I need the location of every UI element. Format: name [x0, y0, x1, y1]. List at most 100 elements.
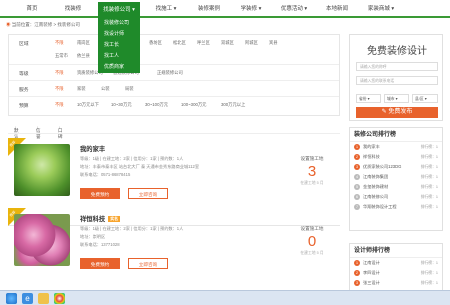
- filter-option[interactable]: 不限: [55, 86, 64, 92]
- nav-local-news[interactable]: 本地新闻: [320, 3, 354, 16]
- dropdown-item-foreman[interactable]: 找工长: [98, 40, 140, 51]
- rank-number: 2: [354, 154, 360, 160]
- filter-option[interactable]: 家装: [77, 86, 86, 92]
- filter-option[interactable]: 宾县: [269, 40, 278, 46]
- nav-find-company[interactable]: 找装修公司 ▾: [98, 2, 140, 18]
- city-select[interactable]: 城市 ▾: [384, 94, 409, 103]
- top-navigation: 首页 找装修 找装修公司 ▾ 找施工 ▾ 装修案例 学装修 ▾ 优惠活动 ▾ 本…: [0, 0, 450, 18]
- filter-option[interactable]: 30~100万元: [145, 102, 168, 108]
- rank-item[interactable]: 6 江南装修公司 排行榜：1: [350, 192, 442, 202]
- filter-option[interactable]: 双城区: [221, 40, 234, 46]
- rank-number: 4: [354, 174, 360, 180]
- taskbar: e: [0, 290, 450, 305]
- filter-option[interactable]: 不限: [55, 70, 64, 76]
- district-select[interactable]: 县/区 ▾: [412, 94, 438, 103]
- company-info: 等级：1级 | 在建工地：2家 | 信用分：1家 | 预约数：1人: [80, 226, 184, 231]
- filter-option[interactable]: 呼兰区: [197, 40, 210, 46]
- filter-row-region: 区域 不限 南岗区 道里区 道外区 香坊区 松北区 呼兰区 双城区 阿城区 宾县…: [9, 35, 339, 65]
- filter-option[interactable]: 南岗区: [77, 40, 90, 46]
- filter-option[interactable]: 10万元以下: [77, 102, 99, 108]
- dropdown-item-merchant[interactable]: 优质商家: [98, 62, 140, 73]
- rank-item[interactable]: 2 祥恒科技 排行榜：1: [350, 152, 442, 162]
- nav-find-company-label: 找装修公司: [103, 7, 131, 13]
- rank-item-name: 优质家装公司123DG: [363, 164, 402, 169]
- nav-promotions[interactable]: 优惠活动 ▾: [276, 3, 312, 16]
- nav-home[interactable]: 首页: [18, 3, 46, 16]
- filter-option[interactable]: 10~30万元: [111, 102, 132, 108]
- book-button[interactable]: 免费预约: [80, 188, 120, 199]
- sort-default[interactable]: 默认 ↓: [14, 125, 19, 139]
- submit-button[interactable]: ✎ 免费发布: [356, 107, 438, 118]
- city-select-value: 城市: [387, 97, 395, 101]
- free-design-form: 免费装修设计 请输入您的称呼 请输入您的联系电话 省份 ▾ 城市 ▾ 县/区 ▾…: [349, 34, 443, 121]
- filter-option[interactable]: 局装: [125, 86, 134, 92]
- filter-option[interactable]: 300万元以上: [221, 102, 245, 108]
- nav-mall[interactable]: 家装商城 ▾: [362, 3, 400, 16]
- visit-button[interactable]: 立即咨询: [128, 258, 168, 269]
- rank-item-name: 祥恒科技: [363, 154, 380, 159]
- company-name[interactable]: 祥恒科技 实名: [80, 214, 121, 223]
- rank-item[interactable]: 5 金玺装饰建材 排行榜：1: [350, 182, 442, 192]
- sort-reputation[interactable]: 口碑 ↓: [58, 125, 63, 139]
- dropdown-item-company[interactable]: 找装修公司: [98, 18, 140, 29]
- name-input[interactable]: 请输入您的称呼: [356, 62, 438, 71]
- nav-find-construction-label: 找施工: [155, 6, 173, 12]
- company-name[interactable]: 我的家丰: [80, 144, 105, 153]
- book-button[interactable]: 免费预约: [80, 258, 120, 269]
- nav-find-construction[interactable]: 找施工 ▾: [148, 3, 184, 16]
- nav-cases[interactable]: 装修案例: [192, 3, 226, 16]
- company-photo[interactable]: [14, 144, 70, 196]
- company-info: 等级：1级 | 在建工地：2家 | 信用分：1家 | 预约数：1人: [80, 156, 184, 161]
- filter-option[interactable]: 100~300万元: [181, 102, 206, 108]
- ie-icon[interactable]: e: [22, 293, 33, 304]
- filter-option[interactable]: 正规装修公司: [157, 70, 183, 76]
- rank-panel-title: 装修公司排行榜: [350, 128, 442, 142]
- nav-learn[interactable]: 学装修 ▾: [234, 3, 268, 16]
- rank-item[interactable]: 4 江南装饰集团 排行榜：1: [350, 172, 442, 182]
- company-photo[interactable]: [14, 214, 70, 266]
- rank-item-score: 排行榜：1: [420, 195, 438, 199]
- filter-option[interactable]: 不限: [55, 102, 64, 108]
- rank-item[interactable]: 1 我的家丰 排行榜：1: [350, 142, 442, 152]
- rank-number: 1: [354, 144, 360, 150]
- company-phone: 联系电话：13771028: [80, 242, 120, 247]
- browser-icon[interactable]: [54, 293, 65, 304]
- rank-item-score: 排行榜：1: [420, 185, 438, 189]
- sort-credit[interactable]: 信誉 ↓: [36, 125, 41, 139]
- company-rank-panel: 装修公司排行榜 1 我的家丰 排行榜：1 2 祥恒科技 排行榜：1 3 优质家装公司123…: [349, 127, 443, 231]
- dropdown-item-designer[interactable]: 找设计师: [98, 29, 140, 40]
- start-icon[interactable]: [6, 293, 17, 304]
- rank-item-score: 排行榜：1: [420, 145, 438, 149]
- phone-input[interactable]: 请输入您的联系电话: [356, 76, 438, 85]
- nav-find-decoration[interactable]: 找装修: [56, 3, 90, 16]
- filter-option[interactable]: 公装: [101, 86, 110, 92]
- rank-number: 5: [354, 184, 360, 190]
- filter-option[interactable]: 依兰县: [77, 53, 90, 59]
- rank-item-name: 江南装饰集团: [363, 174, 389, 179]
- province-select[interactable]: 省份 ▾: [356, 94, 381, 103]
- filter-option[interactable]: 不限: [55, 40, 64, 46]
- filter-option[interactable]: 香坊区: [149, 40, 162, 46]
- filter-option[interactable]: 阿城区: [245, 40, 258, 46]
- designer-item-name: 李四设计: [363, 270, 380, 275]
- sites-label: 设置施工地: [300, 156, 324, 161]
- filter-option[interactable]: 松北区: [173, 40, 186, 46]
- rank-item-name: 金玺装饰建材: [363, 184, 389, 189]
- dropdown-item-worker[interactable]: 找工人: [98, 51, 140, 62]
- rank-item[interactable]: 3 优质家装公司123DG 排行榜：1: [350, 162, 442, 172]
- designer-item[interactable]: 2 李四设计 排行榜：1: [350, 268, 442, 278]
- rank-item[interactable]: 7 华翔装饰设计工程 排行榜：1: [350, 202, 442, 212]
- visit-button[interactable]: 立即咨询: [128, 188, 168, 199]
- filter-option[interactable]: 五常市: [55, 53, 68, 59]
- filter-label: 等级: [19, 72, 29, 77]
- nav-promotions-label: 优惠活动: [280, 6, 303, 12]
- district-select-value: 县/区: [415, 97, 424, 101]
- company-card: 推荐 祥恒科技 实名 等级：1级 | 在建工地：2家 | 信用分：1家 | 预约数…: [8, 208, 340, 296]
- sites-sub: 在建工地 5 月: [300, 251, 324, 255]
- breadcrumb: ◉ 当前位置：江南装修 > 找装修公司: [6, 22, 80, 28]
- designer-item[interactable]: 1 江南设计 排行榜：1: [350, 258, 442, 268]
- designer-item[interactable]: 3 张三设计 排行榜：1: [350, 278, 442, 288]
- sites-sub: 在建工地 5 月: [300, 181, 324, 185]
- filter-panel: 区域 不限 南岗区 道里区 道外区 香坊区 松北区 呼兰区 双城区 阿城区 宾县…: [8, 34, 340, 116]
- folder-icon[interactable]: [38, 293, 49, 304]
